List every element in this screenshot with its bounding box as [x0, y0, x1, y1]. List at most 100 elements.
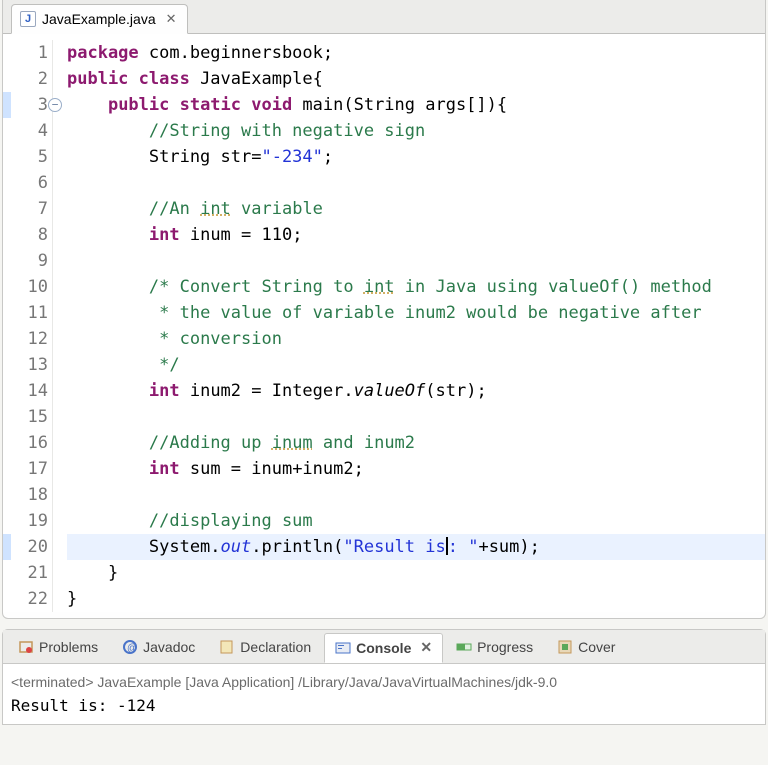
progress-icon — [456, 639, 472, 655]
view-tab-coverage[interactable]: Cover — [546, 632, 626, 662]
code-line[interactable]: public static void main(String args[]){ — [67, 92, 765, 118]
code-token: out — [221, 537, 252, 557]
editor-tab-filename: JavaExample.java — [42, 11, 156, 27]
code-line[interactable]: * conversion — [67, 326, 765, 352]
view-tab-label: Progress — [477, 639, 533, 655]
code-token: : " — [448, 537, 479, 557]
code-token — [67, 121, 149, 141]
code-token: "-234" — [261, 147, 322, 167]
code-token — [67, 433, 149, 453]
code-token: int — [149, 225, 180, 245]
code-line[interactable] — [67, 404, 765, 430]
line-number: 16 — [3, 430, 48, 456]
code-token: int — [149, 459, 180, 479]
console-icon — [335, 640, 351, 656]
code-token: ; — [323, 147, 333, 167]
line-number: 17 — [3, 456, 48, 482]
code-token: * conversion — [149, 329, 282, 349]
javadoc-icon: @ — [122, 639, 138, 655]
code-token — [67, 95, 108, 115]
line-number: 11 — [3, 300, 48, 326]
close-icon[interactable]: ✕ — [162, 11, 177, 27]
code-token — [67, 199, 149, 219]
view-tab-label: Problems — [39, 639, 98, 655]
view-tab-bar: Problems @JavadocDeclarationConsole✕ Progr… — [3, 630, 765, 664]
code-token: * the value of variable inum2 would be n… — [149, 303, 702, 323]
bottom-views-pane: Problems @JavadocDeclarationConsole✕ Progr… — [2, 629, 766, 725]
code-token: and inum2 — [313, 433, 415, 453]
code-token: valueOf — [354, 381, 426, 401]
code-line[interactable]: package com.beginnersbook; — [67, 40, 765, 66]
code-line[interactable]: /* Convert String to int in Java using v… — [67, 274, 765, 300]
view-tab-declaration[interactable]: Declaration — [208, 632, 322, 662]
svg-text:@: @ — [127, 643, 137, 654]
code-line[interactable]: //String with negative sign — [67, 118, 765, 144]
code-token: int — [200, 199, 231, 219]
code-line[interactable]: //An int variable — [67, 196, 765, 222]
line-number: 1 — [3, 40, 48, 66]
view-tab-javadoc[interactable]: @Javadoc — [111, 632, 206, 662]
editor-tab-bar: J JavaExample.java ✕ — [3, 0, 765, 34]
code-token: (str); — [425, 381, 486, 401]
line-number: 5 — [3, 144, 48, 170]
view-tab-problems[interactable]: Problems — [7, 632, 109, 662]
code-token — [67, 381, 149, 401]
code-token: //Adding up — [149, 433, 272, 453]
line-number: 9 — [3, 248, 48, 274]
code-token: package — [67, 43, 139, 63]
code-line[interactable]: //displaying sum — [67, 508, 765, 534]
close-icon[interactable]: ✕ — [416, 639, 432, 656]
line-number: 15 — [3, 404, 48, 430]
code-line[interactable]: //Adding up inum and inum2 — [67, 430, 765, 456]
line-number: 21 — [3, 560, 48, 586]
code-token: main(String args[]){ — [292, 95, 507, 115]
code-token: //displaying sum — [149, 511, 313, 531]
code-token: com.beginnersbook; — [139, 43, 333, 63]
code-token: in Java using valueOf() method — [395, 277, 712, 297]
console-run-header: <terminated> JavaExample [Java Applicati… — [11, 670, 757, 694]
problems-icon — [18, 639, 34, 655]
code-token: /* Convert String to — [149, 277, 364, 297]
code-editor[interactable]: − 12345678910111213141516171819202122 pa… — [3, 34, 765, 612]
code-token: int — [149, 381, 180, 401]
line-number: 2 — [3, 66, 48, 92]
line-marker — [3, 534, 11, 560]
code-line[interactable]: int sum = inum+inum2; — [67, 456, 765, 482]
code-line[interactable]: int inum2 = Integer.valueOf(str); — [67, 378, 765, 404]
line-number: 6 — [3, 170, 48, 196]
code-line[interactable]: } — [67, 586, 765, 612]
code-content[interactable]: package com.beginnersbook;public class J… — [53, 40, 765, 612]
code-line[interactable]: String str="-234"; — [67, 144, 765, 170]
code-line[interactable] — [67, 482, 765, 508]
line-number: 4 — [3, 118, 48, 144]
line-number: 12 — [3, 326, 48, 352]
code-token — [67, 459, 149, 479]
editor-tab[interactable]: J JavaExample.java ✕ — [11, 4, 188, 34]
line-number: 8 — [3, 222, 48, 248]
code-token: JavaExample{ — [190, 69, 323, 89]
line-number: 14 — [3, 378, 48, 404]
code-line[interactable]: * the value of variable inum2 would be n… — [67, 300, 765, 326]
code-token — [67, 225, 149, 245]
line-number: 22 — [3, 586, 48, 612]
code-line[interactable]: } — [67, 560, 765, 586]
code-line[interactable]: */ — [67, 352, 765, 378]
code-token: int — [364, 277, 395, 297]
code-token: sum = inum+inum2; — [180, 459, 364, 479]
code-token: public static void — [108, 95, 292, 115]
code-token — [67, 303, 149, 323]
code-token — [67, 329, 149, 349]
line-number-gutter: − 12345678910111213141516171819202122 — [3, 40, 53, 612]
code-line[interactable] — [67, 248, 765, 274]
code-token: variable — [231, 199, 323, 219]
code-line[interactable]: public class JavaExample{ — [67, 66, 765, 92]
code-token: String str= — [67, 147, 261, 167]
code-line[interactable]: System.out.println("Result is: "+sum); — [67, 534, 765, 560]
code-line[interactable]: int inum = 110; — [67, 222, 765, 248]
code-line[interactable] — [67, 170, 765, 196]
view-tab-progress[interactable]: Progress — [445, 632, 544, 662]
code-token: } — [67, 589, 77, 609]
java-file-icon: J — [20, 11, 36, 27]
code-token: inum = 110; — [180, 225, 303, 245]
view-tab-console[interactable]: Console✕ — [324, 633, 443, 663]
